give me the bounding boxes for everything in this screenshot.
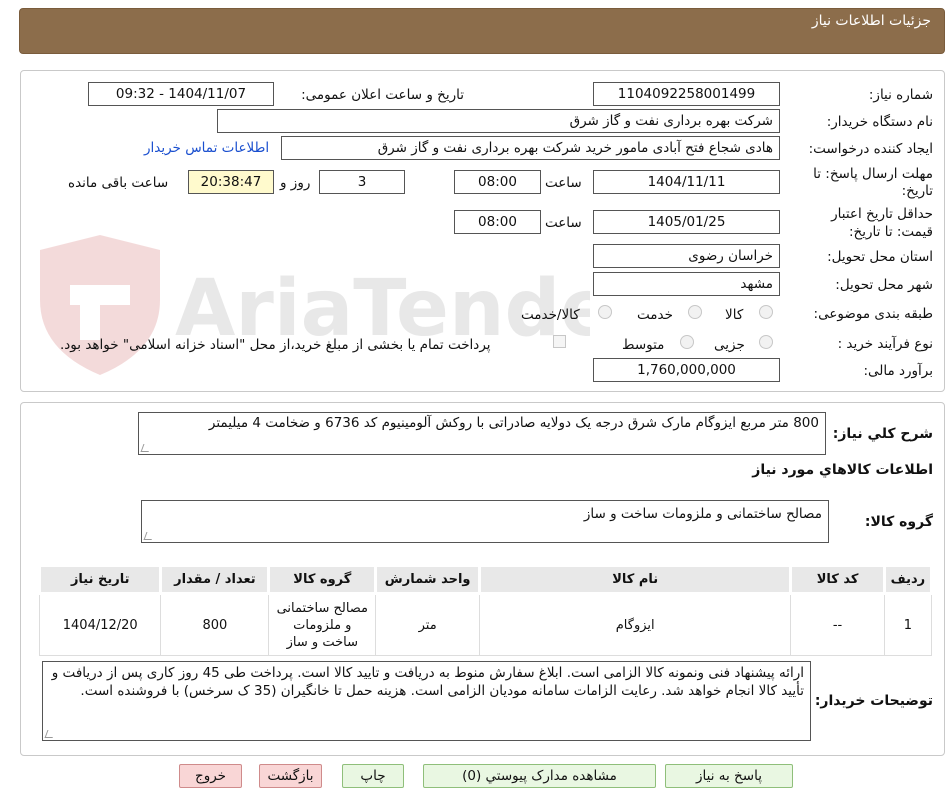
description-text: 800 متر مربع ایزوگام مارک شرق درجه یک دو… [208,415,819,431]
col-group-header: گروه کالا [267,564,378,595]
col-name-header: نام کالا [478,564,793,595]
goods-table: رديف کد کالا نام کالا واحد شمارش گروه کا… [37,564,934,656]
remaining-time-field: 20:38:47 [188,170,274,194]
payment-treasury-checkbox[interactable] [553,335,566,348]
goods-info-title: اطلاعات کالاهاي مورد نياز [752,462,933,478]
budget-field[interactable]: 1,760,000,000 [593,358,780,382]
reply-button[interactable]: پاسخ به نیاز [665,764,793,788]
creator-label: ایجاد کننده درخواست: [808,141,933,157]
table-header-row: رديف کد کالا نام کالا واحد شمارش گروه کا… [37,564,934,595]
need-number-label: شماره نیاز: [868,87,933,103]
contact-info-link[interactable]: اطلاعات تماس خریدار [144,140,269,156]
exit-button[interactable]: خروج [179,764,242,788]
city-field[interactable]: مشهد [593,272,780,296]
process-medium-radio[interactable] [680,335,694,349]
cell-name: ایزوگام [479,593,792,656]
validity-label: حداقل تاریخ اعتبار [831,206,933,222]
col-date-header: تاريخ نياز [37,564,163,595]
days-field[interactable]: 3 [319,170,405,194]
creator-field[interactable]: هادی شجاع فتح آبادی مامور خرید شرکت بهره… [281,136,780,160]
process-small-label: جزیی [714,337,745,353]
payment-note: پرداخت تمام یا بخشی از مبلغ خرید،از محل … [60,337,491,353]
resize-grip-icon[interactable] [143,532,155,540]
announce-label: تاریخ و ساعت اعلان عمومی: [301,87,464,103]
budget-label: برآورد مالی: [863,363,933,379]
announce-field[interactable]: 1404/11/07 - 09:32 [88,82,274,106]
process-label: نوع فرآیند خرید : [837,336,933,352]
deadline-label: مهلت ارسال پاسخ: تا [813,166,933,182]
buyer-notes-label: توضیحات خریدار: [814,693,933,709]
view-attachments-button[interactable]: مشاهده مدارک پیوستي (0) [423,764,656,788]
days-label: روز و [280,175,311,191]
goods-group-label: گروه کالا: [864,514,933,530]
validity-time-label: ساعت [545,215,582,231]
buyer-notes-field[interactable]: ارائه پیشنهاد فنی ونمونه کالا الزامی است… [42,661,811,741]
buyer-org-field[interactable]: شرکت بهره برداری نفت و گاز شرق [217,109,780,133]
category-label: طبقه بندی موضوعی: [813,306,933,322]
goods-group-field[interactable]: مصالح ساختمانی و ملزومات ساخت و ساز [141,500,829,543]
cell-row: 1 [883,593,933,656]
cell-date: 1404/12/20 [38,593,162,656]
city-label: شهر محل تحویل: [835,277,933,293]
buyer-notes-text: ارائه پیشنهاد فنی ونمونه کالا الزامی است… [51,665,804,699]
description-label: شرح کلي نياز: [832,426,933,442]
description-field[interactable]: 800 متر مربع ایزوگام مارک شرق درجه یک دو… [138,412,826,455]
deadline-time-label: ساعت [545,175,582,191]
category-goods-label: کالا [725,307,744,323]
category-service-label: خدمت [637,307,673,323]
table-row: 1 -- ایزوگام متر مصالح ساختمانی و ملزوما… [38,593,933,656]
col-row-header: رديف [882,564,934,595]
process-small-radio[interactable] [759,335,773,349]
category-service-radio[interactable] [688,305,702,319]
process-medium-label: متوسط [622,337,665,353]
province-label: استان محل تحویل: [827,249,933,265]
col-qty-header: تعداد / مقدار [159,564,271,595]
category-goods-service-radio[interactable] [598,305,612,319]
buyer-org-label: نام دستگاه خریدار: [826,114,933,130]
resize-grip-icon[interactable] [140,444,152,452]
col-code-header: کد کالا [789,564,886,595]
goods-group-text: مصالح ساختمانی و ملزومات ساخت و ساز [583,506,822,522]
remaining-label: ساعت باقی مانده [68,175,169,191]
validity-label-2: قیمت: تا تاریخ: [849,224,933,240]
province-field[interactable]: خراسان رضوی [593,244,780,268]
cell-unit: متر [375,593,481,656]
col-unit-header: واحد شمارش [374,564,482,595]
validity-date-field[interactable]: 1405/01/25 [593,210,780,234]
deadline-time-field[interactable]: 08:00 [454,170,541,194]
cell-group: مصالح ساختمانی و ملزومات ساخت و ساز [268,593,377,656]
cell-qty: 800 [160,593,270,656]
validity-time-field[interactable]: 08:00 [454,210,541,234]
category-goods-radio[interactable] [759,305,773,319]
category-goods-service-label: کالا/خدمت [521,307,580,323]
deadline-date-field[interactable]: 1404/11/11 [593,170,780,194]
resize-grip-icon[interactable] [44,730,56,738]
print-button[interactable]: چاپ [342,764,404,788]
back-button[interactable]: بازگشت [259,764,322,788]
need-number-field[interactable]: 1104092258001499 [593,82,780,106]
page-title: جزئیات اطلاعات نیاز [811,13,931,29]
deadline-label-2: تاریخ: [901,183,933,199]
page-header [19,8,945,54]
cell-code: -- [790,593,885,656]
